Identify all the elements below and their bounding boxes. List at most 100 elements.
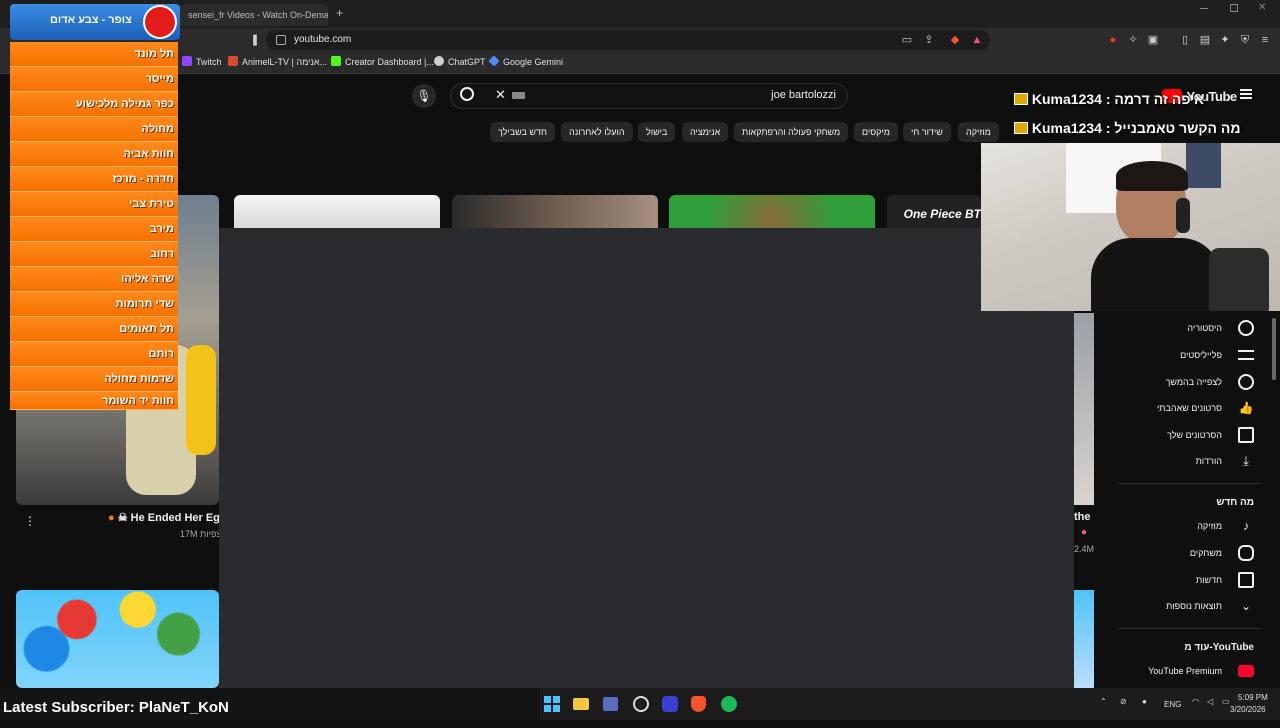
menu-icon[interactable]: ≡ [1258,33,1272,47]
chip-cooking[interactable]: בישול [638,122,676,142]
video-thumbnail[interactable] [234,195,440,228]
sidebar-item-downloads[interactable]: הורדות ⤓ [1120,451,1260,471]
chip-music[interactable]: מוזיקה [958,122,999,142]
spotify-icon[interactable] [721,696,737,712]
video-thumbnail-partial[interactable] [1074,590,1094,688]
maximize-icon[interactable] [1230,4,1238,12]
guide-menu-icon[interactable] [1240,89,1252,99]
new-tab-button[interactable]: + [336,6,343,20]
reading-list-icon[interactable]: ▤ [1198,33,1212,47]
windows-start-icon[interactable] [544,696,560,712]
volume-icon[interactable]: ◁ [1207,697,1213,706]
bookmark-creator-dashboard[interactable]: Creator Dashboard |... [331,56,434,67]
right-video-views: 2.4M [1074,544,1095,554]
chip-live[interactable]: שידור חי [903,122,951,142]
chip-action-games[interactable]: משחקי פעולה והרפתקאות [734,122,849,142]
close-icon[interactable]: ✕ [1258,2,1266,13]
alert-location: תל מונד [10,42,178,67]
language-indicator[interactable]: ENG [1164,700,1181,709]
brave-shield-icon[interactable]: ◆ [948,33,962,47]
scrollbar[interactable] [1272,318,1276,380]
chat-badge-icon [1014,122,1028,134]
share-icon[interactable]: ⇪ [922,33,936,47]
extensions-icon[interactable]: ✧ [1126,33,1140,47]
video-thumbnail-partial[interactable] [1074,313,1094,505]
sidebar-item-gaming[interactable]: משחקים [1120,543,1260,563]
chip-recently-uploaded[interactable]: הועלו לאחרונה [561,122,633,142]
alert-location: שדי תרומות [10,292,178,317]
clear-search-icon[interactable]: ✕ [495,87,506,103]
sidebar-item-news[interactable]: חדשות [1120,570,1260,590]
sidebar-item-liked[interactable]: סרטונים שאהבתי 👍 [1120,398,1260,418]
streamer-hair [1116,161,1188,191]
store-icon[interactable] [603,697,618,711]
webcam-overlay [981,143,1280,311]
keyboard-icon[interactable] [512,92,525,99]
browser-tab[interactable]: sensei_fr Videos - Watch On-Demand [180,4,328,26]
character-accent [186,345,216,455]
file-explorer-icon[interactable] [573,698,589,710]
video-thumbnail[interactable]: One Piece BT [887,195,981,228]
video-title[interactable]: ● ☠ He Ended Her Ego [108,511,219,524]
kick-icon [331,56,341,66]
address-bar[interactable]: youtube.com [266,30,990,50]
obs-icon[interactable] [633,696,649,712]
headphones-shape [1176,198,1190,233]
right-video-title[interactable]: the [1074,511,1091,523]
wallet-icon[interactable]: ▣ [1146,33,1160,47]
emoji-icon: ● [1081,527,1088,538]
news-icon [1238,572,1254,588]
cast-icon[interactable]: ▭ [900,33,914,47]
clock-date[interactable]: 3/20/2026 [1230,705,1266,714]
search-input[interactable]: joe bartolozzi [700,89,836,101]
vpn-icon[interactable]: ⛨ [1238,33,1252,47]
brave-icon[interactable] [691,696,706,712]
streamer-body [1091,238,1221,311]
sidebar-item-music[interactable]: מוזיקה ♪ [1120,516,1260,536]
bookmark-gemini[interactable]: Google Gemini [488,55,563,67]
sidebar-section-title: עוד מ-YouTube [1184,642,1254,653]
brave-rewards-icon[interactable]: ▲ [970,33,984,47]
sidebar-toggle-icon[interactable]: ▯ [1178,33,1192,47]
chip-animation[interactable]: אנימציה [682,122,729,142]
chip-new-for-you[interactable]: חדש בשבילך [490,122,555,142]
alert-location: חוות אביה [10,142,178,167]
mic-icon[interactable]: ● [1142,697,1147,706]
music-icon: ♪ [1243,519,1249,533]
tray-chevron-icon[interactable]: ⌃ [1100,697,1107,706]
sidebar-item-more[interactable]: תוצאות נוספות ⌄ [1120,596,1260,616]
site-info-icon[interactable] [276,35,286,45]
alert-location: שדה אליהו [10,267,178,292]
alert-location: שדמות מחולה [10,367,178,392]
voice-search-icon[interactable]: 🎙 [412,84,436,108]
app-icon[interactable] [662,696,678,712]
alert-location: תל תאומים [10,317,178,342]
sidebar-item-history[interactable]: היסטוריה [1120,318,1260,338]
thumbnail-text: One Piece BT [903,207,981,221]
bookmark-icon[interactable]: ❚ [248,33,262,47]
video-more-icon[interactable]: ⋮ [24,514,36,528]
extension-icon-1[interactable]: ● [1106,33,1120,47]
alert-location: כפר גמילה מלכישוע [10,92,178,117]
bookmark-twitch[interactable]: Twitch [182,56,222,67]
leo-ai-icon[interactable]: ✦ [1218,33,1232,47]
video-thumbnail[interactable] [669,195,875,228]
video-thumbnail-balloons[interactable] [16,590,219,688]
bookmark-chatgpt[interactable]: ChatGPT [434,56,486,67]
chip-mixes[interactable]: מיקסים [854,122,898,142]
bookmark-anime-tv[interactable]: AnimelL-TV | אנימה... [228,56,327,67]
sidebar-item-premium[interactable]: YouTube Premium [1120,661,1260,681]
minimize-icon[interactable] [1200,8,1208,9]
alert-title: צופר - צבע אדום [50,14,132,26]
sidebar-item-watch-later[interactable]: לצפייה בהמשך [1120,372,1260,392]
chat-overlay-line: Kuma1234 : מה הקשר טאמבנייל [1014,120,1241,136]
video-thumbnail[interactable] [452,195,658,228]
search-icon[interactable] [460,87,474,101]
battery-icon[interactable]: ▭ [1222,697,1230,706]
wifi-icon[interactable]: ◠ [1192,697,1199,706]
network-icon[interactable]: ⊘ [1120,697,1127,706]
clock-time[interactable]: 5:09 PM [1238,693,1268,702]
sidebar-item-playlists[interactable]: פלייליסטים [1120,345,1260,365]
sidebar-item-your-videos[interactable]: הסרטונים שלך [1120,425,1260,445]
alert-location: מחולה [10,117,178,142]
